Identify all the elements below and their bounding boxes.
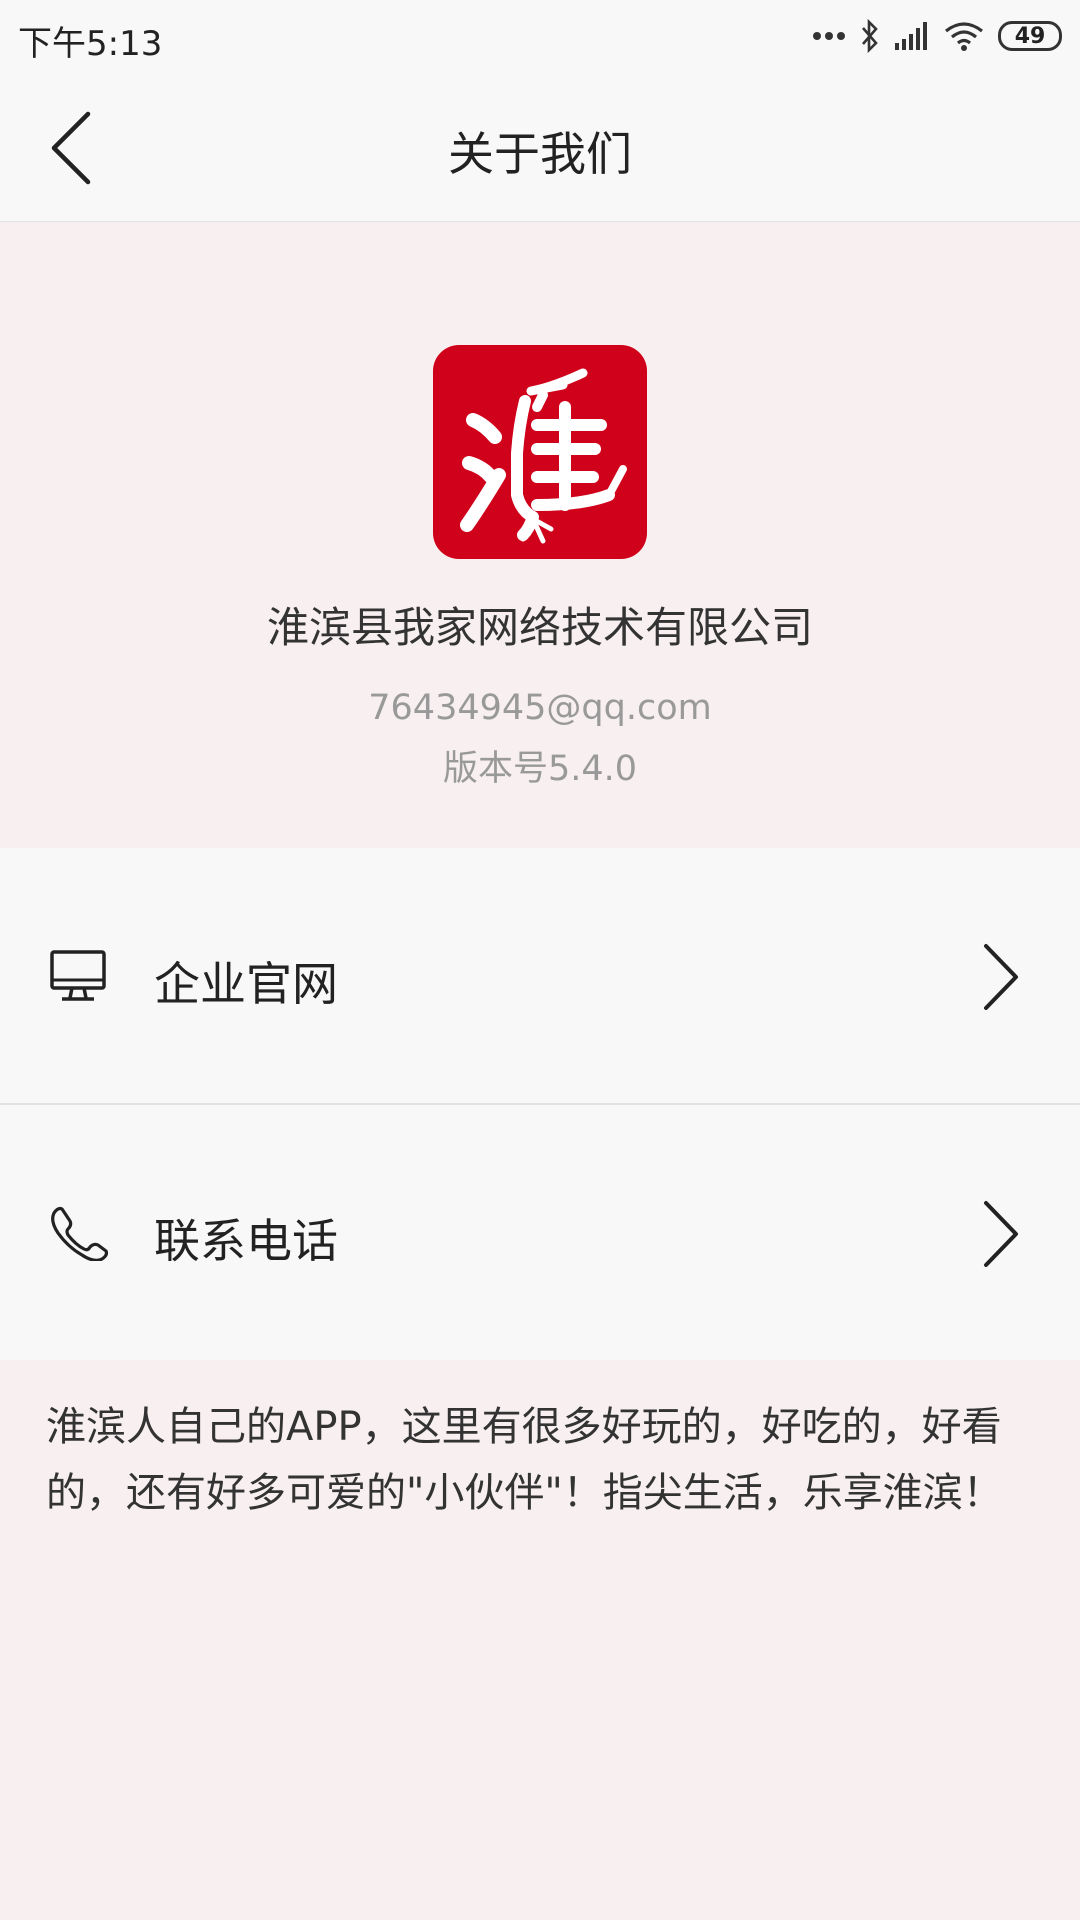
status-icons: 49 bbox=[812, 14, 1062, 58]
monitor-icon bbox=[48, 948, 108, 1004]
menu-item-website[interactable]: 企业官网 bbox=[0, 848, 1080, 1102]
menu-item-phone[interactable]: 联系电话 bbox=[0, 1105, 1080, 1359]
chevron-right-icon bbox=[980, 942, 1020, 1012]
battery-icon: 49 bbox=[998, 21, 1062, 51]
wifi-icon bbox=[944, 20, 984, 52]
menu-item-label: 联系电话 bbox=[154, 1214, 338, 1268]
chevron-right-icon bbox=[980, 1199, 1020, 1269]
description-section: 淮滨人自己的APP，这里有很多好玩的，好吃的，好看的，还有好多可爱的"小伙伴"！… bbox=[0, 1360, 1080, 1920]
status-bar: 下午5:13 49 bbox=[0, 0, 1080, 72]
version-label: 版本号5.4.0 bbox=[442, 749, 638, 789]
nav-bar: 关于我们 bbox=[0, 72, 1080, 222]
phone-icon bbox=[48, 1205, 109, 1262]
page-title: 关于我们 bbox=[448, 127, 632, 181]
company-name: 淮滨县我家网络技术有限公司 bbox=[266, 603, 813, 652]
about-header: 淮滨县我家网络技术有限公司 76434945@qq.com 版本号5.4.0 bbox=[0, 222, 1080, 848]
status-time: 下午5:13 bbox=[18, 24, 163, 64]
app-description: 淮滨人自己的APP，这里有很多好玩的，好吃的，好看的，还有好多可爱的"小伙伴"！… bbox=[46, 1404, 1003, 1516]
contact-email: 76434945@qq.com bbox=[368, 688, 712, 728]
app-logo bbox=[433, 345, 647, 559]
bluetooth-icon bbox=[860, 19, 880, 53]
signal-icon bbox=[894, 21, 930, 51]
menu-item-label: 企业官网 bbox=[154, 957, 338, 1011]
more-dots-icon bbox=[812, 31, 846, 41]
